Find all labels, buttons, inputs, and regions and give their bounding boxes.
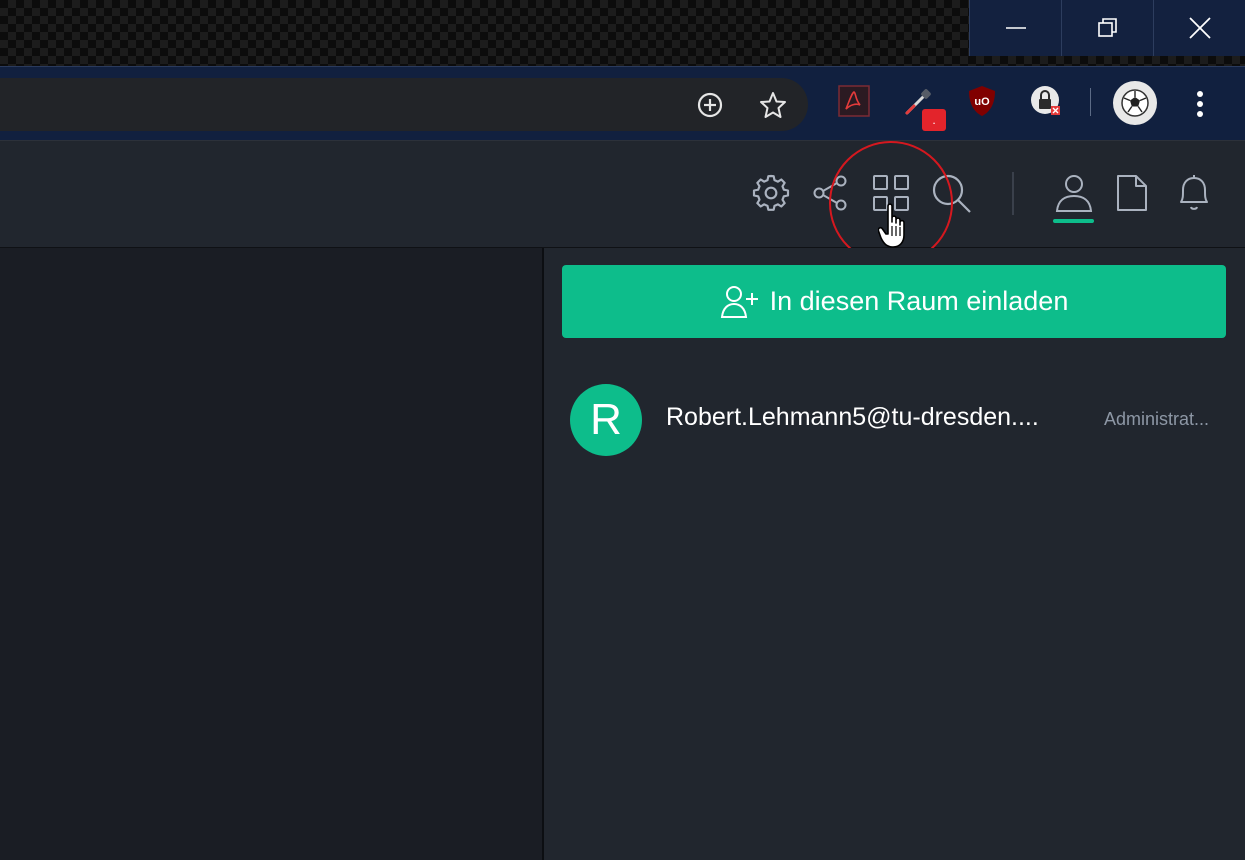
people-icon — [1055, 175, 1093, 212]
zoom-in-icon[interactable] — [696, 91, 724, 119]
minimize-button[interactable] — [969, 0, 1061, 56]
restore-icon — [1097, 18, 1117, 37]
restore-button[interactable] — [1061, 0, 1153, 56]
room-settings-button[interactable] — [749, 171, 793, 215]
invite-to-room-button[interactable]: In diesen Raum einladen — [562, 265, 1226, 338]
toolbar-separator — [1090, 88, 1091, 116]
member-list-item[interactable]: R Robert.Lehmann5@tu-dresden.... Adminis… — [570, 384, 1230, 456]
active-tab-indicator — [1053, 219, 1094, 223]
room-header — [0, 140, 1245, 265]
member-role: Administrat... — [1104, 409, 1210, 429]
notifications-button[interactable] — [1172, 171, 1216, 215]
hand-pointer-cursor-icon — [878, 203, 905, 248]
lock-extension[interactable] — [1029, 84, 1063, 118]
svg-text:uO: uO — [974, 96, 990, 108]
member-name: Robert.Lehmann5@tu-dresden.... — [666, 403, 1039, 431]
settings-gear-icon — [752, 174, 790, 211]
browser-menu-button[interactable] — [1187, 87, 1213, 121]
more-vertical-icon — [1197, 91, 1203, 117]
window-controls — [969, 0, 1245, 56]
room-members-button[interactable] — [1052, 171, 1096, 215]
lock-extension-icon — [1031, 86, 1060, 115]
timeline-pane — [0, 248, 542, 860]
avatar: R — [570, 384, 642, 456]
invite-button-label: In diesen Raum einladen — [769, 286, 1069, 316]
profile-button[interactable] — [1113, 81, 1157, 125]
files-icon — [1117, 175, 1147, 211]
browser-toolbar: . uO — [0, 66, 1245, 141]
bookmark-star-icon[interactable] — [759, 91, 787, 119]
member-list-panel: In diesen Raum einladen R Robert.Lehmann… — [544, 248, 1245, 860]
profile-avatar-soccer-ball-icon — [1121, 89, 1149, 117]
ublock-origin-extension[interactable]: uO — [965, 84, 999, 118]
add-user-icon — [720, 285, 758, 318]
minimize-icon — [1005, 27, 1026, 29]
room-files-button[interactable] — [1110, 171, 1154, 215]
header-separator — [1012, 172, 1014, 215]
acrobat-extension[interactable] — [837, 84, 871, 118]
close-window-button[interactable] — [1153, 0, 1245, 56]
ublock-origin-icon: uO — [969, 86, 995, 116]
acrobat-icon — [838, 85, 870, 117]
close-icon — [1188, 17, 1211, 39]
notifications-bell-icon — [1180, 175, 1208, 210]
eyedropper-badge: . — [922, 109, 946, 131]
address-bar[interactable] — [0, 78, 808, 131]
browser-title-bar — [0, 0, 1245, 66]
